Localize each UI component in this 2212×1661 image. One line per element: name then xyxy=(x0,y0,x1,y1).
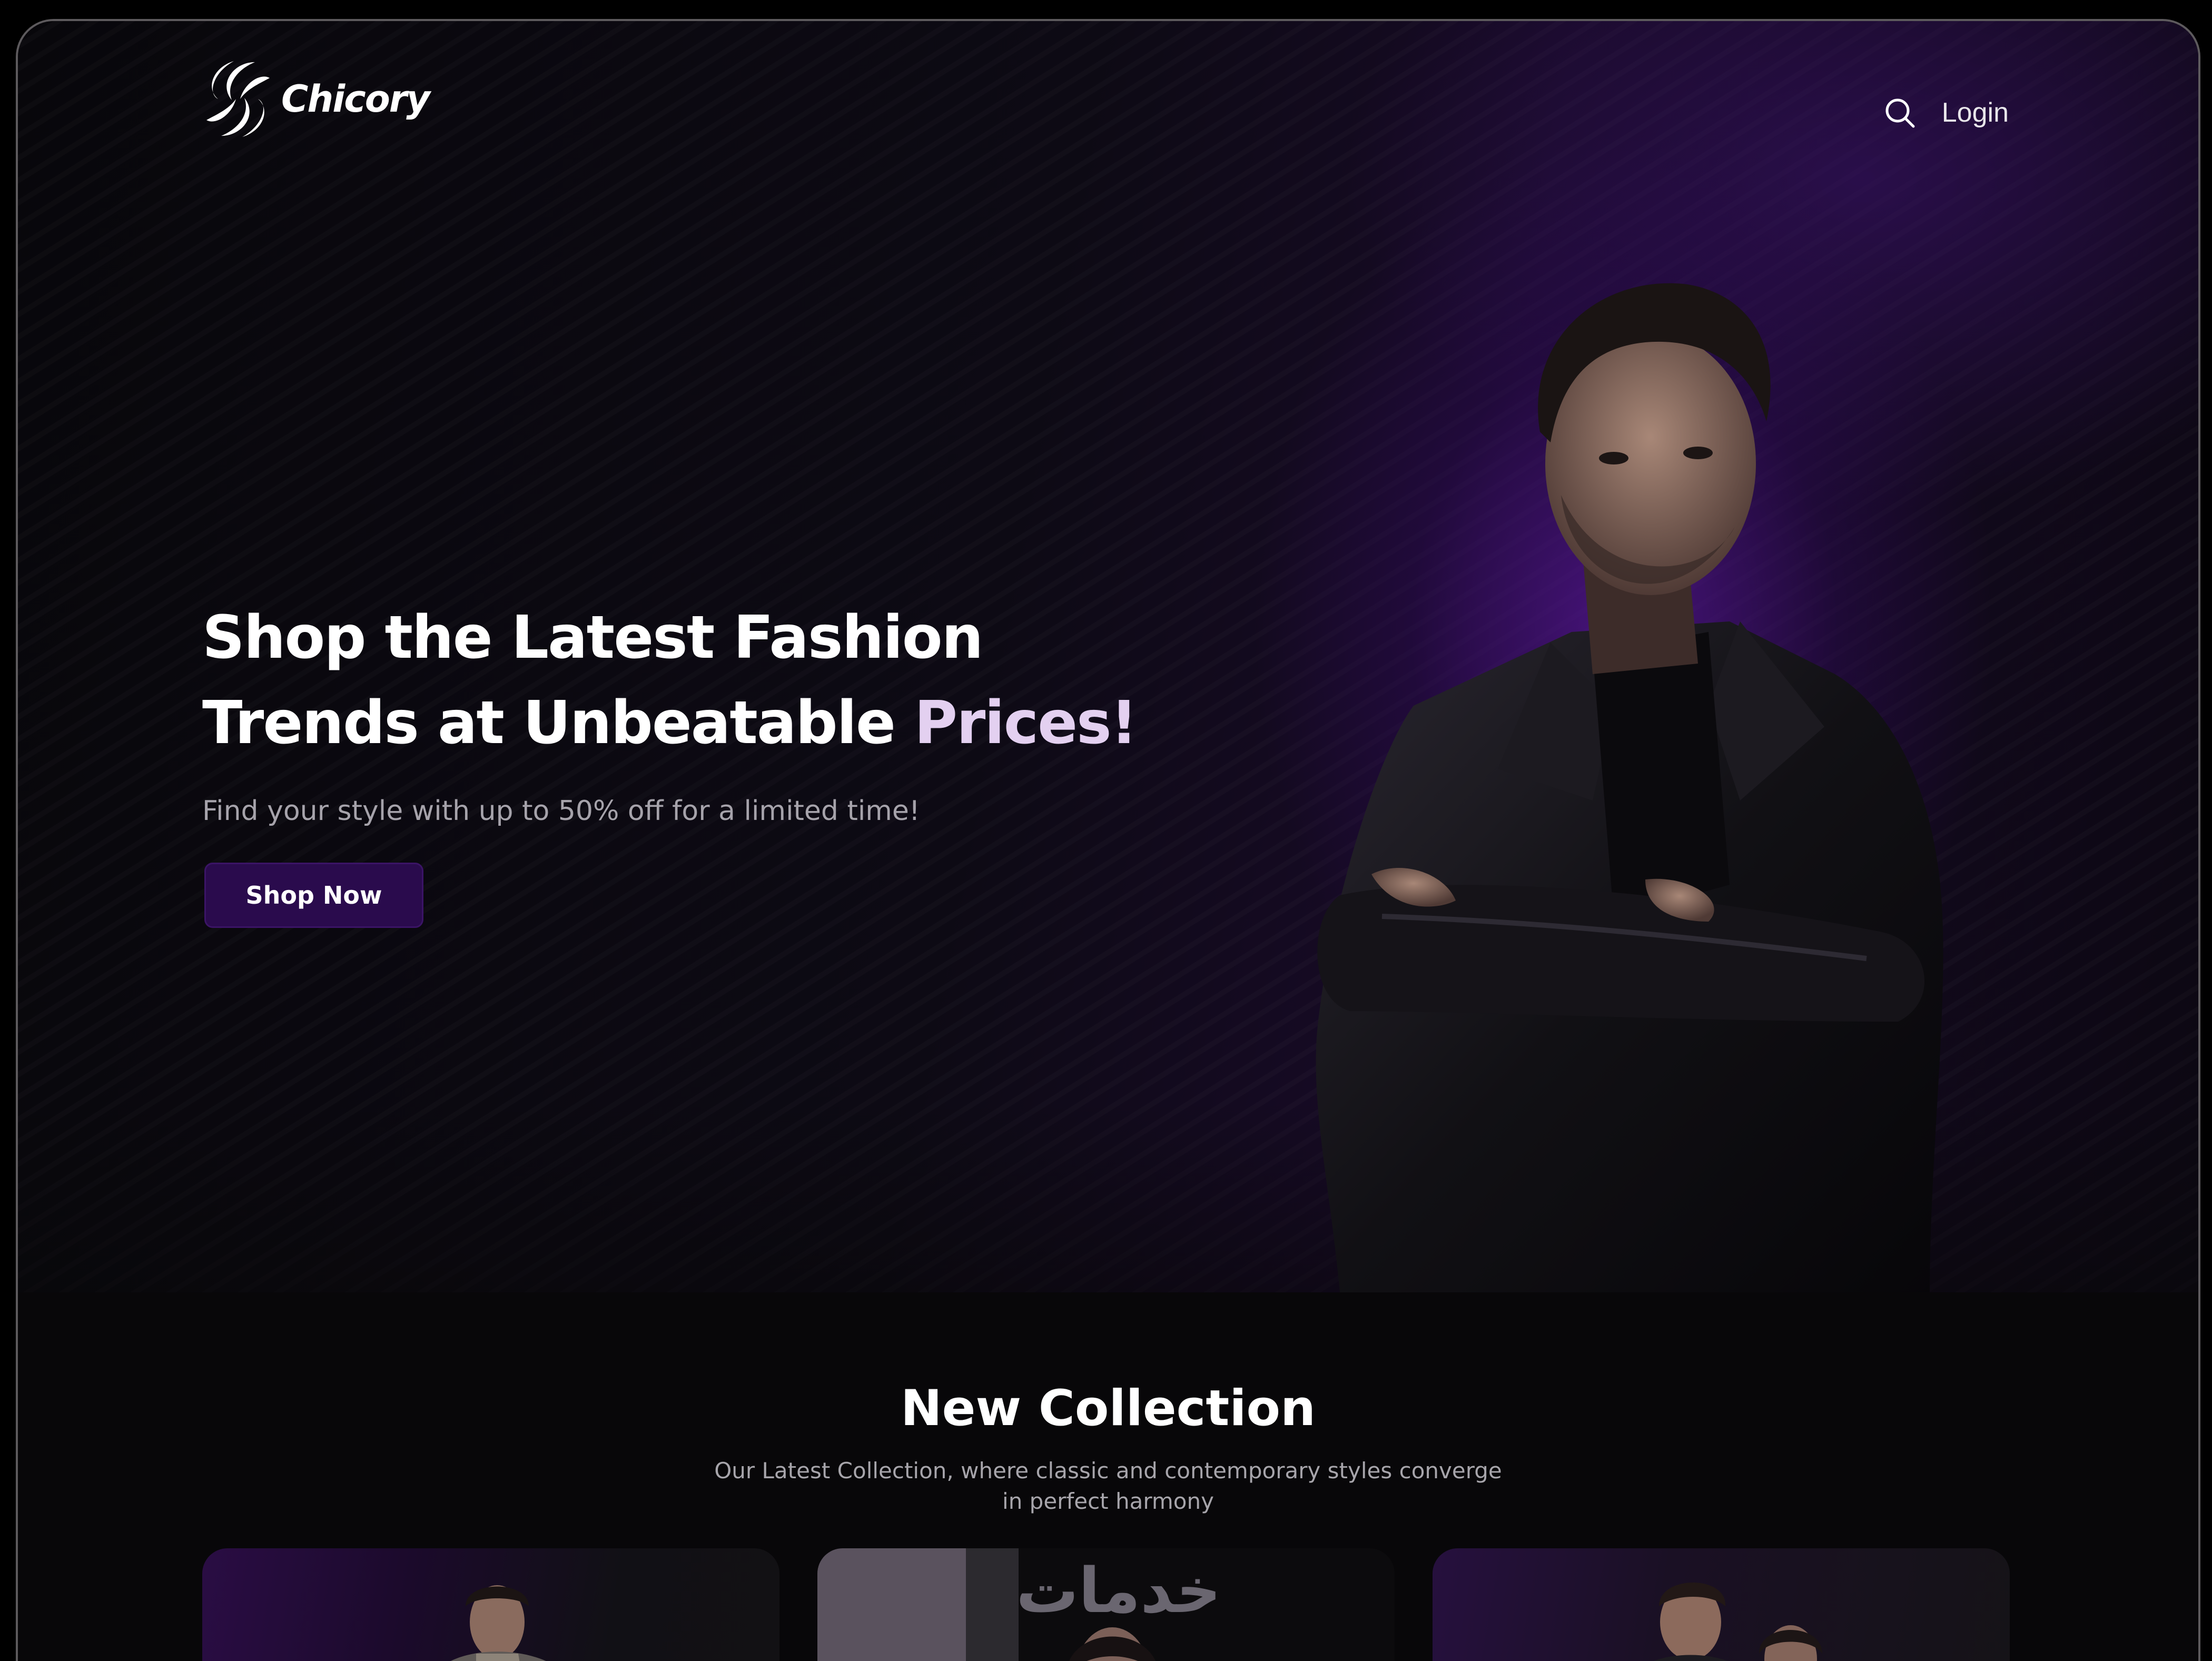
hero-model-image xyxy=(1316,283,1943,1292)
collection-card-3-image xyxy=(1653,1583,1822,1661)
hero-subtitle: Find your style with up to 50% off for a… xyxy=(202,795,920,827)
top-nav: Login xyxy=(1883,96,2009,130)
logo-icon xyxy=(206,61,270,137)
search-icon[interactable] xyxy=(1883,96,1917,130)
headline-line-2: Trends at Unbeatable xyxy=(202,689,914,757)
collection-card-2[interactable]: خدمات xyxy=(817,1548,1395,1661)
collection-card-1-image xyxy=(451,1585,546,1661)
brand-logo[interactable]: Chicory xyxy=(202,57,430,141)
brand-name: Chicory xyxy=(281,77,430,121)
shop-now-button[interactable]: Shop Now xyxy=(204,863,423,928)
hero-section: Chicory Login Shop the Latest Fashion Tr… xyxy=(18,21,2198,1292)
browser-frame: Chicory Login Shop the Latest Fashion Tr… xyxy=(16,19,2200,1661)
hero-headline: Shop the Latest Fashion Trends at Unbeat… xyxy=(202,595,1203,766)
collection-card-2-image xyxy=(1069,1627,1156,1661)
headline-accent: Prices! xyxy=(914,689,1138,757)
collection-card-3[interactable] xyxy=(1433,1548,2010,1661)
collection-card-1[interactable] xyxy=(202,1548,779,1661)
collection-subtitle: Our Latest Collection, where classic and… xyxy=(714,1458,1502,1514)
headline-line-1: Shop the Latest Fashion xyxy=(202,604,983,672)
collection-title: New Collection xyxy=(900,1380,1316,1437)
login-link[interactable]: Login xyxy=(1942,97,2009,128)
